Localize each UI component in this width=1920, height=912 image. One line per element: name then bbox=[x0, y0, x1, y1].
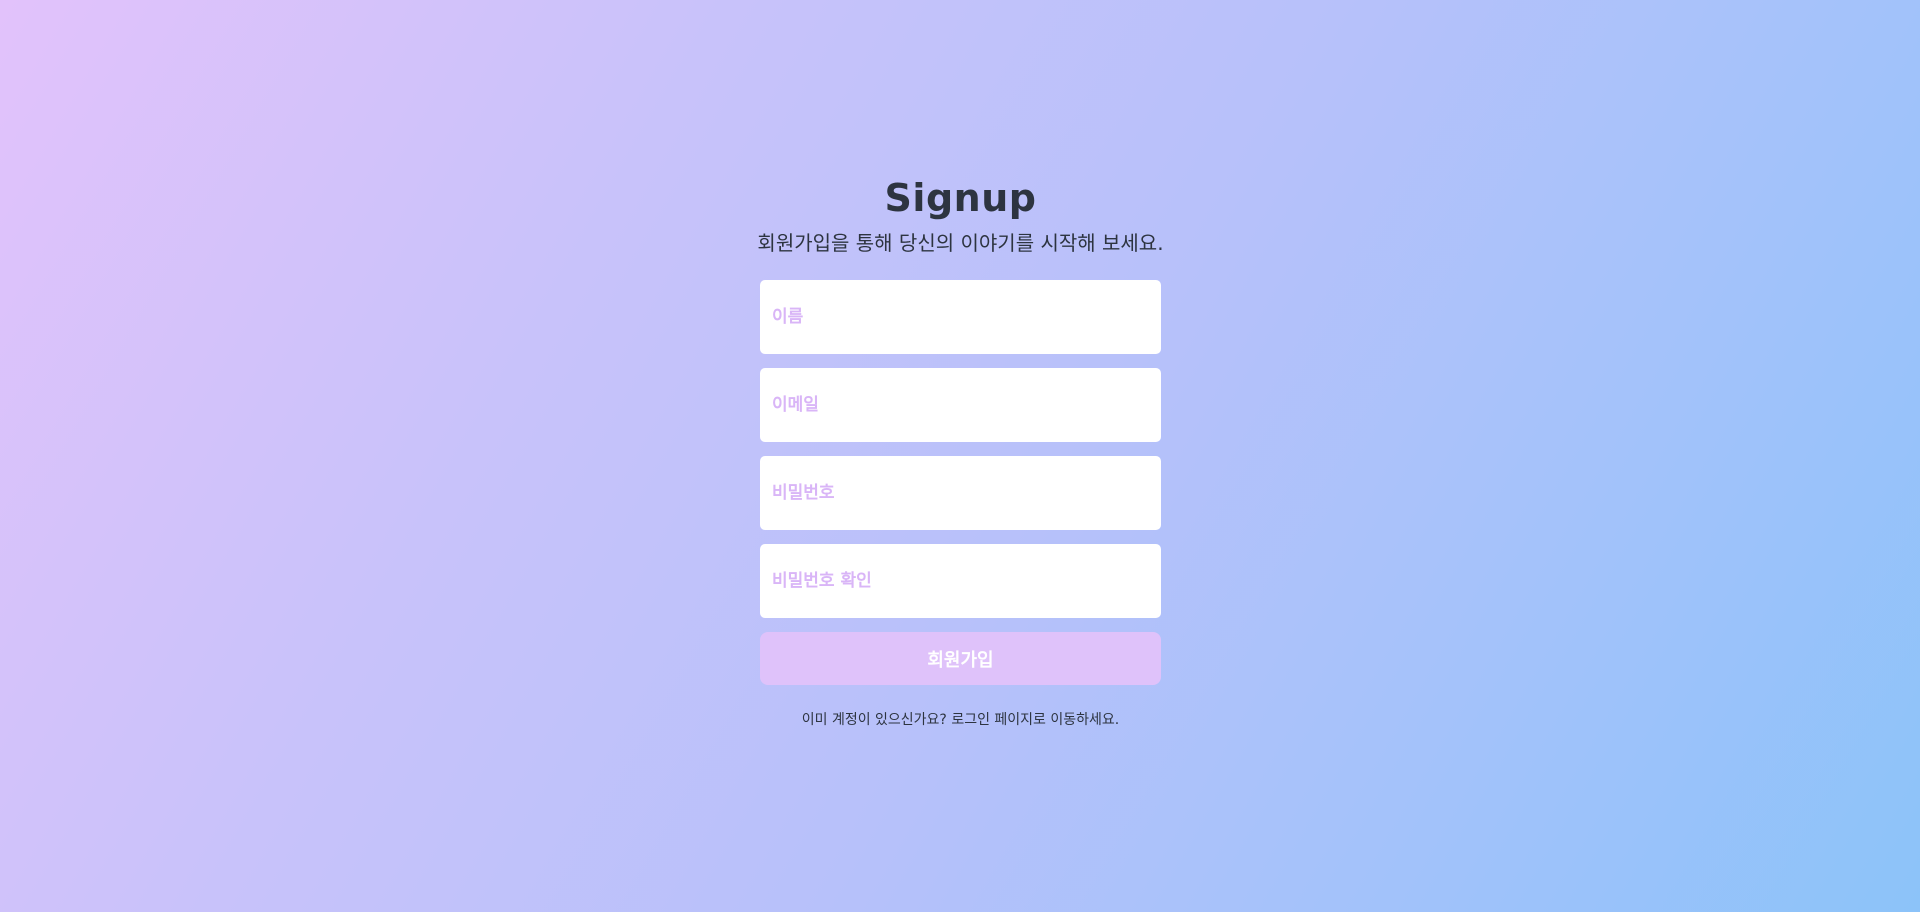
name-field[interactable] bbox=[760, 280, 1161, 354]
email-field[interactable] bbox=[760, 368, 1161, 442]
login-hint: 이미 계정이 있으신가요? 로그인 페이지로 이동하세요. bbox=[802, 709, 1120, 731]
login-link[interactable]: 로그인 페이지로 이동하세요. bbox=[951, 712, 1119, 728]
signup-page: Signup 회원가입을 통해 당신의 이야기를 시작해 보세요. 회원가입 이… bbox=[0, 0, 1920, 912]
signup-button[interactable]: 회원가입 bbox=[760, 632, 1161, 685]
password-confirm-field[interactable] bbox=[760, 544, 1161, 618]
login-prompt: 이미 계정이 있으신가요? bbox=[801, 712, 947, 728]
signup-card: Signup 회원가입을 통해 당신의 이야기를 시작해 보세요. 회원가입 이… bbox=[757, 172, 1164, 731]
signup-form: 회원가입 bbox=[760, 280, 1161, 685]
password-field[interactable] bbox=[760, 456, 1161, 530]
page-subtitle: 회원가입을 통해 당신의 이야기를 시작해 보세요. bbox=[757, 231, 1164, 255]
page-title: Signup bbox=[884, 176, 1037, 220]
